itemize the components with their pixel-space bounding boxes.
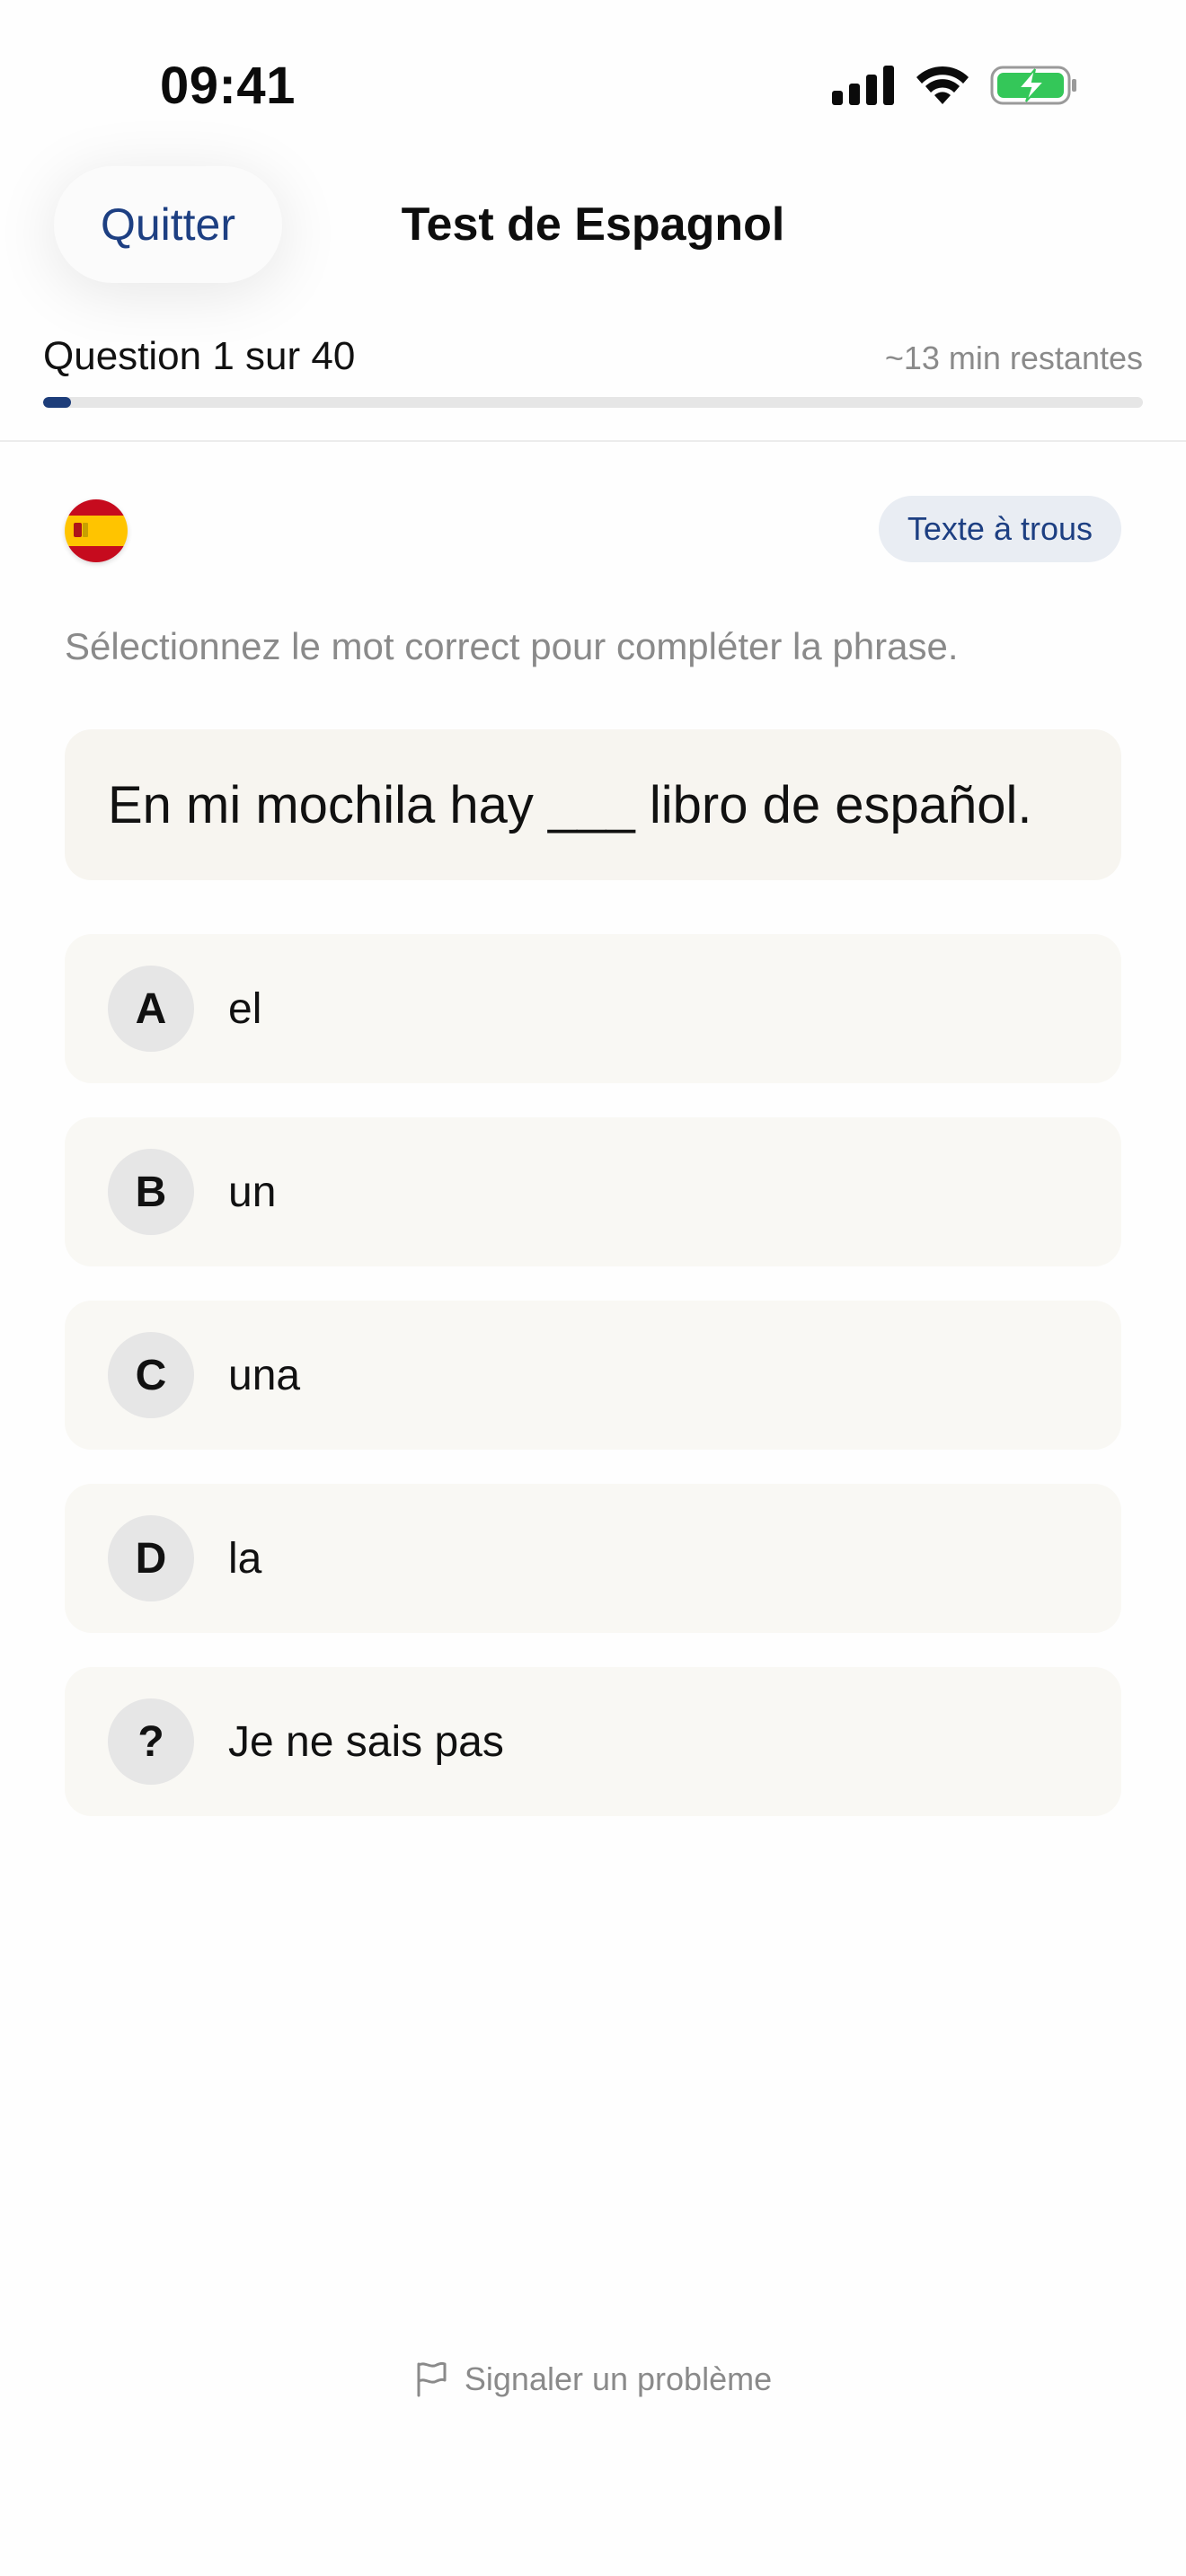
option-text: el [228, 984, 262, 1033]
progress-bar [43, 397, 1143, 408]
battery-charging-icon [990, 66, 1076, 105]
status-icons [832, 63, 1078, 108]
status-bar: 09:41 [0, 0, 1186, 162]
option-text: un [228, 1168, 277, 1216]
signal-icon [832, 66, 894, 105]
header-divider [0, 440, 1186, 442]
option-dont-know[interactable]: ? Je ne sais pas [65, 1667, 1121, 1816]
wifi-icon [916, 66, 969, 104]
question-counter: Question 1 sur 40 [43, 334, 356, 378]
time-remaining: ~13 min restantes [884, 340, 1143, 376]
option-letter: A [108, 966, 194, 1052]
quiz-screen: 09:41 Quitter Test de Espagnol Question … [0, 0, 1186, 2576]
sentence-card: En mi mochila hay ___ libro de español. [65, 729, 1121, 880]
option-d[interactable]: D la [65, 1484, 1121, 1633]
option-a[interactable]: A el [65, 934, 1121, 1083]
instruction-text: Sélectionnez le mot correct pour complét… [65, 625, 959, 667]
report-problem-link[interactable]: Signaler un problème [0, 2360, 1186, 2398]
answer-options: A el B un C una D la ? Je ne sais pas [65, 934, 1121, 1850]
progress-fill [43, 397, 71, 408]
sentence-text: En mi mochila hay ___ libro de español. [108, 775, 1032, 834]
flag-outline-icon [417, 2361, 447, 2397]
spain-flag-icon [65, 499, 128, 562]
page-title: Test de Espagnol [401, 198, 785, 251]
status-time: 09:41 [160, 57, 296, 115]
option-letter: ? [108, 1698, 194, 1785]
progress-section: Question 1 sur 40 ~13 min restantes [43, 334, 1143, 408]
option-b[interactable]: B un [65, 1117, 1121, 1266]
option-text: una [228, 1351, 301, 1399]
question-type-badge: Texte à trous [878, 496, 1121, 562]
option-letter: D [108, 1515, 194, 1601]
option-c[interactable]: C una [65, 1301, 1121, 1450]
header: Quitter Test de Espagnol [0, 162, 1186, 296]
option-letter: B [108, 1149, 194, 1235]
option-letter: C [108, 1332, 194, 1418]
option-text: Je ne sais pas [228, 1717, 504, 1766]
report-problem-label: Signaler un problème [464, 2360, 773, 2397]
option-text: la [228, 1534, 262, 1583]
